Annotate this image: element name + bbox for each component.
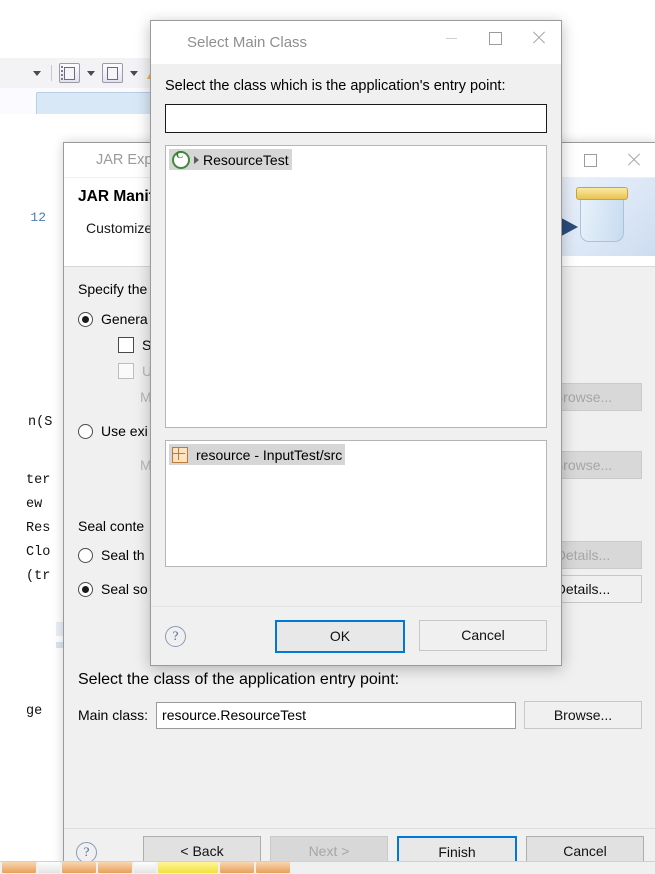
- wizard-title: JAR Exp: [96, 152, 153, 168]
- maximize-icon-modal[interactable]: [473, 21, 517, 55]
- code-fragment-4: Res: [26, 521, 51, 536]
- close-icon-modal[interactable]: [517, 21, 561, 55]
- main-class-section: Select the class of the application entr…: [64, 671, 655, 729]
- toolbar-dropdown-arrow-2[interactable]: [87, 70, 95, 76]
- help-icon-modal[interactable]: ?: [165, 625, 186, 647]
- class-list-item-label: ResourceTest: [203, 151, 289, 168]
- modal-footer-buttons: OK Cancel: [275, 619, 547, 653]
- close-icon[interactable]: [612, 143, 655, 177]
- modal-title-bar[interactable]: Select Main Class: [151, 21, 561, 64]
- toolbar-separator: [51, 65, 52, 81]
- toolbar-dropdown-arrow-3[interactable]: [130, 70, 138, 76]
- ok-button[interactable]: OK: [275, 619, 405, 653]
- taskbar-item[interactable]: [134, 862, 156, 873]
- save-manifest-checkbox[interactable]: [118, 337, 134, 353]
- list-item[interactable]: ResourceTest: [169, 149, 292, 170]
- jar-lid-icon: [576, 187, 628, 200]
- code-fragment-3: ew: [26, 497, 43, 512]
- toolbar-dropdown-arrow-1[interactable]: [33, 70, 41, 76]
- taskbar-item[interactable]: [220, 862, 254, 873]
- run-icon[interactable]: [102, 63, 123, 83]
- use-existing-manifest-radio[interactable]: [78, 423, 93, 439]
- code-fragment-6: (tr: [26, 569, 51, 584]
- taskbar-item[interactable]: [62, 862, 96, 873]
- taskbar-item[interactable]: [256, 862, 290, 873]
- main-class-input[interactable]: resource.ResourceTest: [156, 701, 516, 729]
- class-list[interactable]: ResourceTest: [165, 145, 547, 428]
- seal-some-packages-radio[interactable]: [78, 581, 93, 597]
- code-fragment-2: ter: [26, 473, 51, 488]
- eclipse-logo-icon: [74, 152, 89, 168]
- list-item[interactable]: resource - InputTest/src: [169, 444, 346, 465]
- maximize-icon[interactable]: [568, 143, 612, 177]
- taskbar-item[interactable]: [158, 862, 218, 873]
- generate-manifest-radio[interactable]: [78, 311, 93, 327]
- modal-title: Select Main Class: [187, 34, 308, 51]
- editor-gutter: 12: [0, 114, 56, 862]
- modal-cancel-button[interactable]: Cancel: [419, 619, 547, 651]
- modal-body: Select the class which is the applicatio…: [151, 64, 561, 581]
- use-existing-manifest-label: Use exi: [101, 423, 148, 439]
- code-fragment-1: n(S: [28, 415, 53, 430]
- taskbar-item[interactable]: [2, 862, 36, 873]
- generate-manifest-label: Genera: [101, 311, 148, 327]
- main-class-row: Main class: resource.ResourceTest Browse…: [78, 701, 642, 729]
- taskbar-item[interactable]: [98, 862, 132, 873]
- expand-triangle-icon: [194, 155, 199, 164]
- modal-window-controls[interactable]: [429, 21, 561, 55]
- code-fragment-7: ge: [26, 704, 43, 719]
- debug-icon[interactable]: [59, 63, 80, 83]
- jar-jug-icon: [580, 194, 624, 242]
- seal-the-jar-radio[interactable]: [78, 547, 93, 563]
- select-main-class-dialog[interactable]: Select Main Class Select the class which…: [150, 20, 562, 666]
- main-class-label: Main class:: [78, 707, 149, 723]
- main-class-prompt: Select the class of the application entr…: [78, 671, 400, 688]
- package-icon: [172, 446, 188, 463]
- eclipse-logo-icon-modal: [165, 35, 180, 50]
- package-list-item-label: resource - InputTest/src: [196, 446, 343, 463]
- modal-prompt: Select the class which is the applicatio…: [165, 78, 506, 94]
- taskbar-item[interactable]: [38, 862, 60, 873]
- help-icon[interactable]: ?: [76, 841, 97, 863]
- code-fragment-5: Clo: [26, 545, 51, 560]
- class-filter-input[interactable]: [165, 104, 547, 133]
- package-list[interactable]: resource - InputTest/src: [165, 440, 547, 567]
- minimize-icon-modal[interactable]: [429, 21, 473, 55]
- main-class-browse-button[interactable]: Browse...: [524, 701, 642, 729]
- modal-footer: ? OK Cancel: [151, 606, 561, 665]
- use-manifest-checkbox: [118, 363, 134, 379]
- line-number: 12: [30, 210, 46, 225]
- java-class-icon: [172, 150, 190, 169]
- windows-taskbar[interactable]: [0, 861, 655, 874]
